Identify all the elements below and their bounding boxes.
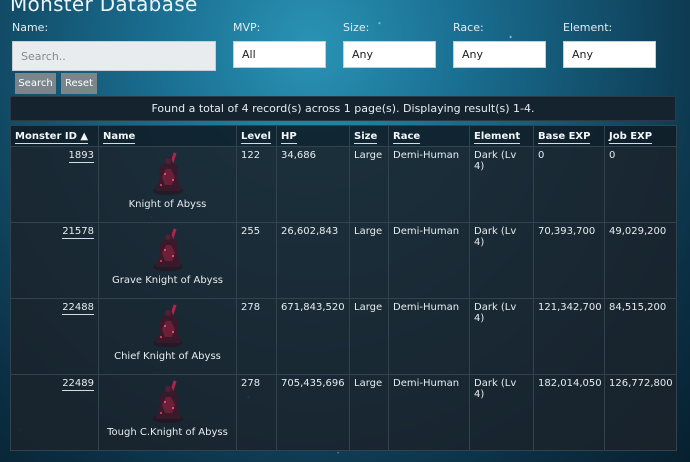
name-label: Name:: [12, 21, 49, 34]
job-exp-cell: 0: [604, 146, 677, 223]
element-cell: Dark (Lv 4): [469, 298, 534, 375]
job-exp-cell: 49,029,200: [604, 222, 677, 299]
monster-name-cell[interactable]: Grave Knight of Abyss: [98, 222, 237, 299]
grave-knight-of-abyss-sprite-icon: [147, 227, 189, 273]
element-cell: Dark (Lv 4): [469, 146, 534, 223]
level-cell: 278: [236, 298, 277, 375]
col-base-exp[interactable]: Base EXP: [533, 125, 605, 147]
monster-name[interactable]: Knight of Abyss: [101, 199, 234, 210]
page-title: Monster Database: [10, 0, 198, 16]
monster-id-link[interactable]: 21578: [62, 226, 94, 239]
mvp-label: MVP:: [233, 21, 261, 34]
size-label: Size:: [343, 21, 370, 34]
monster-name-cell[interactable]: Tough C.Knight of Abyss: [98, 374, 237, 451]
col-monster-id[interactable]: Monster ID ▲: [10, 125, 99, 147]
size-cell: Large: [349, 374, 389, 451]
table-row: 22489 Tough C.Knight of Abyss 278 705,43…: [10, 374, 677, 451]
table-row: 21578 Grave Knight of Abyss 255 26,602,8…: [10, 222, 677, 299]
chief-knight-of-abyss-sprite-icon: [147, 303, 189, 349]
size-select[interactable]: Any: [343, 41, 436, 68]
hp-cell: 671,843,520: [276, 298, 350, 375]
base-exp-cell: 70,393,700: [533, 222, 605, 299]
col-job-exp[interactable]: Job EXP: [604, 125, 677, 147]
knight-of-abyss-sprite-icon: [147, 151, 189, 197]
monster-name-cell[interactable]: Chief Knight of Abyss: [98, 298, 237, 375]
base-exp-cell: 121,342,700: [533, 298, 605, 375]
job-exp-cell: 84,515,200: [604, 298, 677, 375]
race-cell: Demi-Human: [388, 374, 470, 451]
monster-id-link[interactable]: 22489: [62, 378, 94, 391]
col-race[interactable]: Race: [388, 125, 470, 147]
element-cell: Dark (Lv 4): [469, 374, 534, 451]
monster-id-cell[interactable]: 21578: [10, 222, 99, 299]
job-exp-cell: 126,772,800: [604, 374, 677, 451]
race-label: Race:: [453, 21, 484, 34]
hp-cell: 705,435,696: [276, 374, 350, 451]
col-hp[interactable]: HP: [276, 125, 350, 147]
size-cell: Large: [349, 222, 389, 299]
element-label: Element:: [563, 21, 613, 34]
col-element: Element: [469, 125, 534, 147]
reset-button[interactable]: Reset: [61, 73, 97, 94]
race-cell: Demi-Human: [388, 298, 470, 375]
race-select[interactable]: Any: [453, 41, 546, 68]
element-cell: Dark (Lv 4): [469, 222, 534, 299]
col-name[interactable]: Name: [98, 125, 237, 147]
monster-id-link[interactable]: 1893: [68, 150, 94, 163]
name-search-input[interactable]: [12, 41, 216, 71]
hp-cell: 26,602,843: [276, 222, 350, 299]
monster-table: Monster ID ▲ Name Level HP Size Race Ele…: [10, 125, 677, 451]
hp-cell: 34,686: [276, 146, 350, 223]
table-row: 22488 Chief Knight of Abyss 278 671,843,…: [10, 298, 677, 375]
results-summary: Found a total of 4 record(s) across 1 pa…: [10, 96, 676, 121]
tough-knight-of-abyss-sprite-icon: [147, 379, 189, 425]
monster-name-cell[interactable]: Knight of Abyss: [98, 146, 237, 223]
mvp-select[interactable]: All: [233, 41, 326, 68]
col-size[interactable]: Size: [349, 125, 389, 147]
level-cell: 278: [236, 374, 277, 451]
base-exp-cell: 182,014,050: [533, 374, 605, 451]
size-cell: Large: [349, 146, 389, 223]
race-cell: Demi-Human: [388, 222, 470, 299]
table-row: 1893 Knight of Abyss 122 34,686 Large De…: [10, 146, 677, 223]
monster-name[interactable]: Chief Knight of Abyss: [101, 351, 234, 362]
element-select[interactable]: Any: [563, 41, 656, 68]
col-level[interactable]: Level: [236, 125, 277, 147]
monster-id-cell[interactable]: 22488: [10, 298, 99, 375]
race-cell: Demi-Human: [388, 146, 470, 223]
monster-id-cell[interactable]: 22489: [10, 374, 99, 451]
base-exp-cell: 0: [533, 146, 605, 223]
level-cell: 122: [236, 146, 277, 223]
table-header-row: Monster ID ▲ Name Level HP Size Race Ele…: [10, 125, 677, 147]
search-button[interactable]: Search: [15, 73, 56, 94]
size-cell: Large: [349, 298, 389, 375]
monster-id-cell[interactable]: 1893: [10, 146, 99, 223]
level-cell: 255: [236, 222, 277, 299]
monster-name[interactable]: Tough C.Knight of Abyss: [101, 427, 234, 438]
monster-name[interactable]: Grave Knight of Abyss: [101, 275, 234, 286]
monster-id-link[interactable]: 22488: [62, 302, 94, 315]
